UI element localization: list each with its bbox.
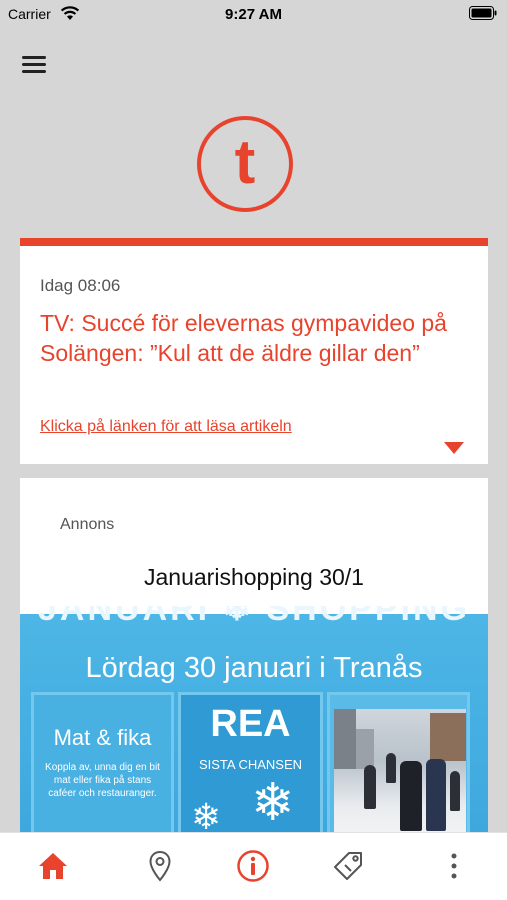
banner-heading-text: JANUARI ❄ SHOPPING bbox=[38, 606, 470, 626]
info-icon[interactable] bbox=[236, 849, 270, 883]
more-vertical-icon[interactable] bbox=[437, 849, 471, 883]
street-photo bbox=[334, 709, 466, 832]
news-card: Idag 08:06 TV: Succé för elevernas gympa… bbox=[20, 238, 488, 464]
battery-icon bbox=[469, 6, 497, 20]
snowflake-icon: ❄ bbox=[251, 774, 295, 832]
sale-title: REA bbox=[210, 703, 291, 745]
logo-letter: t bbox=[235, 128, 256, 197]
ad-title: Januarishopping 30/1 bbox=[144, 564, 364, 590]
ad-banner[interactable]: JANUARI ❄ SHOPPING Lördag 30 januari i T… bbox=[20, 606, 488, 832]
status-bar: Carrier 9:27 AM bbox=[0, 0, 507, 30]
tag-icon[interactable] bbox=[331, 849, 365, 883]
ad-label: Annons bbox=[60, 516, 115, 533]
banner-heading: JANUARI ❄ SHOPPING bbox=[20, 606, 488, 626]
banner-food-box: Mat & fika Koppla av, unna dig en bit ma… bbox=[31, 692, 174, 832]
location-pin-icon[interactable] bbox=[143, 849, 177, 883]
food-text: Koppla av, unna dig en bit mat eller fik… bbox=[45, 762, 160, 799]
caret-down-icon[interactable] bbox=[444, 442, 464, 454]
hamburger-menu-icon[interactable] bbox=[22, 56, 48, 78]
news-headline[interactable]: TV: Succé för elevernas gympavideo på So… bbox=[40, 308, 470, 368]
news-timestamp: Idag 08:06 bbox=[40, 276, 121, 295]
snowflake-icon: ❄ bbox=[191, 796, 222, 832]
sale-subtitle: SISTA CHANSEN bbox=[198, 757, 303, 772]
clock: 9:27 AM bbox=[225, 6, 282, 23]
tab-bar bbox=[0, 832, 507, 900]
banner-sale-box: REA SISTA CHANSEN ❄ ❄ bbox=[178, 692, 323, 832]
read-article-link[interactable]: Klicka på länken för att läsa artikeln bbox=[40, 418, 292, 436]
banner-photo-box bbox=[327, 692, 470, 832]
food-title: Mat & fika bbox=[53, 725, 152, 750]
home-icon[interactable] bbox=[36, 849, 70, 883]
logo: t bbox=[197, 116, 293, 212]
banner-subheading: Lördag 30 januari i Tranås bbox=[85, 652, 423, 684]
ad-card: Annons Januarishopping 30/1 JANUARI ❄ SH… bbox=[20, 478, 488, 832]
